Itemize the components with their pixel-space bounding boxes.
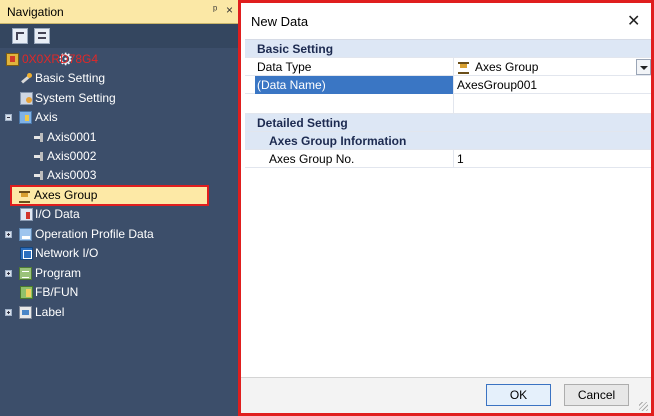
io-data-icon bbox=[20, 208, 33, 221]
tree-item-label: Axis0002 bbox=[47, 149, 97, 163]
label-icon bbox=[19, 306, 32, 319]
tree-item-label: Axes Group bbox=[34, 188, 98, 202]
tree-item-program[interactable]: Program bbox=[0, 264, 238, 283]
axis-item-icon bbox=[32, 150, 45, 163]
tree-item-axis0002[interactable]: Axis0002 bbox=[0, 147, 238, 166]
basic-setting-icon bbox=[20, 72, 33, 85]
tree-item-label: 0X0XRD78G4 bbox=[22, 52, 99, 66]
navigation-toolbar: ⚙ bbox=[0, 24, 238, 69]
property-name: (Data Name) bbox=[257, 78, 326, 92]
expand-all-icon[interactable] bbox=[12, 28, 28, 44]
dialog-title: New Data bbox=[251, 14, 309, 29]
project-icon bbox=[6, 53, 19, 66]
property-row-data-type[interactable]: Data Type Axes Group bbox=[245, 58, 651, 76]
pin-icon[interactable]: ᵖ bbox=[213, 4, 217, 16]
property-row-data-name[interactable]: (Data Name) AxesGroup001 bbox=[245, 76, 651, 94]
axis-item-icon bbox=[32, 169, 45, 182]
data-name-field[interactable]: AxesGroup001 bbox=[457, 78, 537, 92]
dialog-button-bar: OK Cancel bbox=[241, 377, 651, 413]
tree-item-label: Network I/O bbox=[35, 246, 99, 260]
close-icon[interactable]: ✕ bbox=[627, 11, 640, 31]
subcategory-label: Axes Group Information bbox=[269, 134, 407, 148]
tree-item-system-setting[interactable]: System Setting bbox=[0, 89, 238, 108]
tree-item-label: I/O Data bbox=[35, 207, 80, 221]
fb-fun-icon bbox=[20, 286, 33, 299]
tree-item-label: System Setting bbox=[35, 91, 116, 105]
navigation-title-bar: Navigation ᵖ × bbox=[0, 0, 238, 24]
new-data-dialog: New Data ✕ Basic Setting Data Type Axes … bbox=[238, 0, 654, 416]
axis-icon bbox=[19, 111, 32, 124]
tree-item-axis0003[interactable]: Axis0003 bbox=[0, 166, 238, 185]
expand-toggle-icon[interactable] bbox=[5, 270, 12, 277]
tree-item-basic-setting[interactable]: Basic Setting bbox=[0, 69, 238, 88]
property-name: Axes Group No. bbox=[269, 152, 355, 166]
tree-item-label: Axis0003 bbox=[47, 168, 97, 182]
tree-item-axes-group[interactable]: Axes Group bbox=[0, 186, 238, 205]
category-detailed-setting[interactable]: Detailed Setting bbox=[245, 114, 651, 132]
tree-item-label: Program bbox=[35, 266, 82, 280]
category-label: Basic Setting bbox=[257, 42, 334, 56]
axes-group-icon bbox=[18, 189, 31, 203]
tree-item-label: Axis bbox=[35, 110, 58, 124]
axes-group-no-field[interactable]: 1 bbox=[457, 152, 464, 166]
program-icon bbox=[19, 267, 32, 280]
category-label: Detailed Setting bbox=[257, 116, 348, 130]
category-axes-group-information[interactable]: Axes Group Information bbox=[245, 132, 651, 150]
property-grid: Basic Setting Data Type Axes Group (Data… bbox=[245, 39, 651, 168]
tree-item-label: Basic Setting bbox=[35, 71, 106, 85]
data-type-value: Axes Group bbox=[475, 60, 539, 74]
ok-button[interactable]: OK bbox=[486, 384, 551, 406]
tree-item-label: FB/FUN bbox=[35, 285, 79, 299]
system-setting-icon bbox=[20, 92, 33, 105]
tree-item-operation-profile-data[interactable]: Operation Profile Data bbox=[0, 225, 238, 244]
navigation-pane: Navigation ᵖ × ⚙ 0X0XRD78G4 Basic Settin… bbox=[0, 0, 238, 416]
axis-item-icon bbox=[32, 131, 45, 144]
tree-item-axis0001[interactable]: Axis0001 bbox=[0, 128, 238, 147]
tree-item-label-node[interactable]: Label bbox=[0, 303, 238, 322]
cancel-button[interactable]: Cancel bbox=[564, 384, 629, 406]
property-name: Data Type bbox=[257, 60, 312, 74]
tree-item-label: Axis0001 bbox=[47, 130, 97, 144]
tree-item-label: Operation Profile Data bbox=[35, 227, 154, 241]
axes-group-icon bbox=[457, 61, 471, 74]
category-basic-setting[interactable]: Basic Setting bbox=[245, 40, 651, 58]
resize-grip-icon[interactable] bbox=[639, 402, 648, 411]
property-row-axes-group-no[interactable]: Axes Group No. 1 bbox=[245, 150, 651, 168]
expand-toggle-icon[interactable] bbox=[5, 231, 12, 238]
operation-profile-icon bbox=[19, 228, 32, 241]
tree-item-network-io[interactable]: Network I/O bbox=[0, 244, 238, 263]
collapse-all-icon[interactable] bbox=[34, 28, 50, 44]
collapse-toggle-icon[interactable] bbox=[5, 114, 12, 121]
chevron-down-icon[interactable] bbox=[636, 59, 651, 75]
nav-close-icon[interactable]: × bbox=[226, 3, 233, 17]
expand-toggle-icon[interactable] bbox=[5, 309, 12, 316]
tree-item-project[interactable]: 0X0XRD78G4 bbox=[0, 50, 238, 69]
tree-item-axis[interactable]: Axis bbox=[0, 108, 238, 127]
tree-item-label: Label bbox=[35, 305, 65, 319]
navigation-title: Navigation bbox=[7, 5, 64, 19]
property-row-empty bbox=[245, 94, 651, 114]
network-io-icon bbox=[20, 247, 33, 260]
tree-item-fb-fun[interactable]: FB/FUN bbox=[0, 283, 238, 302]
tree-item-io-data[interactable]: I/O Data bbox=[0, 205, 238, 224]
